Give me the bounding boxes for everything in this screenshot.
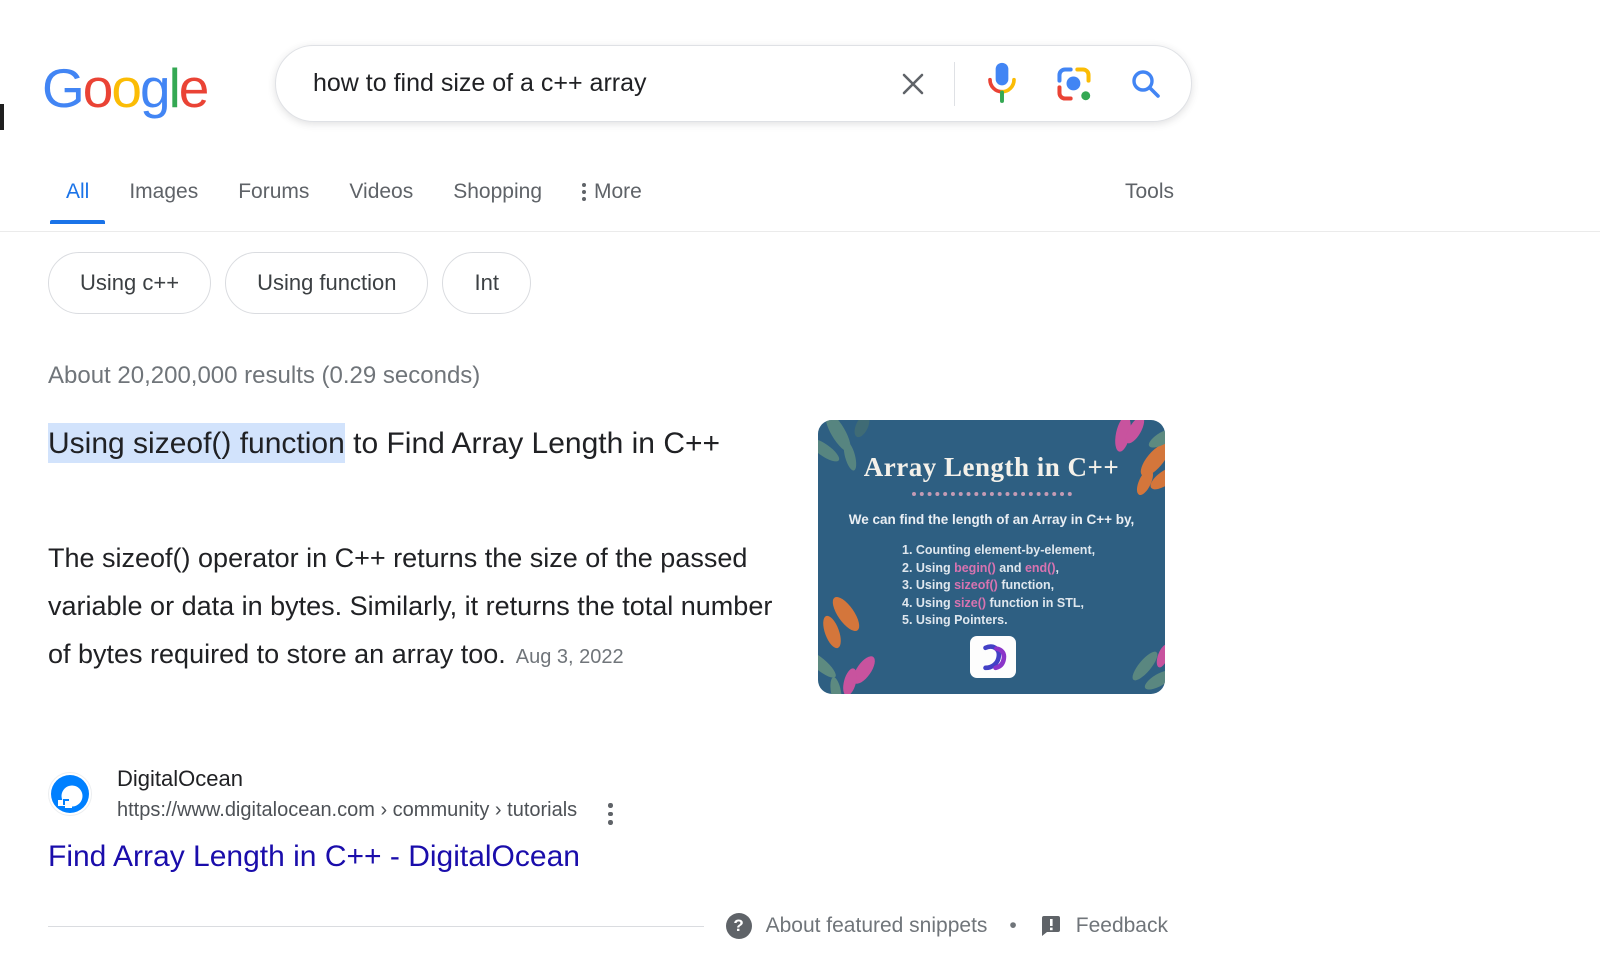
journaldev-logo-icon <box>970 636 1016 678</box>
source-site-name[interactable]: DigitalOcean <box>117 766 243 792</box>
about-featured-snippets-link[interactable]: About featured snippets <box>766 914 988 938</box>
refinement-chips: Using c++ Using function Int <box>48 252 531 314</box>
search-submit-icon[interactable] <box>1129 67 1163 101</box>
clear-search-icon[interactable] <box>898 69 928 99</box>
chip-using-function[interactable]: Using function <box>225 252 428 314</box>
tab-more[interactable]: More <box>566 180 658 224</box>
snippet-date: Aug 3, 2022 <box>516 646 624 668</box>
digitalocean-favicon[interactable] <box>48 772 92 816</box>
window-edge-artifact <box>0 104 4 130</box>
tab-shopping[interactable]: Shopping <box>437 180 558 224</box>
result-title-link[interactable]: Find Array Length in C++ - DigitalOcean <box>48 840 580 874</box>
thumbnail-title: Array Length in C++ <box>818 452 1165 483</box>
more-dots-icon <box>582 183 586 201</box>
google-logo[interactable]: Google <box>42 56 207 120</box>
tools-button[interactable]: Tools <box>1125 180 1174 204</box>
source-breadcrumb[interactable]: https://www.digitalocean.com › community… <box>117 799 577 822</box>
thumbnail-list-item: 3. Using sizeof() function, <box>902 577 1095 595</box>
chip-using-cpp[interactable]: Using c++ <box>48 252 211 314</box>
feedback-icon[interactable] <box>1039 914 1063 938</box>
logo-letter: e <box>179 57 208 119</box>
thumbnail-dotted-divider <box>912 492 1072 496</box>
logo-letter: l <box>169 57 179 119</box>
snippet-text: The sizeof() operator in C++ returns the… <box>48 543 772 669</box>
search-divider <box>954 62 955 106</box>
tab-images[interactable]: Images <box>113 180 214 224</box>
voice-search-icon[interactable] <box>985 60 1019 108</box>
featured-snippet-body: The sizeof() operator in C++ returns the… <box>48 534 782 681</box>
search-input[interactable]: how to find size of a c++ array <box>313 69 888 98</box>
thumbnail-list-item: 4. Using size() function in STL, <box>902 595 1095 613</box>
tab-label: More <box>594 180 642 204</box>
tab-label: Forums <box>238 180 309 203</box>
tab-label: Videos <box>349 180 413 203</box>
footer-separator: • <box>1009 914 1016 938</box>
result-options-icon[interactable] <box>606 801 615 827</box>
tab-label: Images <box>129 180 198 203</box>
tab-forums[interactable]: Forums <box>222 180 325 224</box>
feedback-link[interactable]: Feedback <box>1076 914 1168 938</box>
chip-int[interactable]: Int <box>442 252 530 314</box>
snippet-divider <box>48 926 704 927</box>
thumbnail-decoration-bottom-right <box>1085 616 1165 694</box>
results-nav: All Images Forums Videos Shopping More T… <box>0 168 1600 232</box>
logo-letter: G <box>42 57 83 119</box>
logo-letter: o <box>83 57 112 119</box>
logo-letter: g <box>140 57 169 119</box>
help-question-icon[interactable]: ? <box>726 913 752 939</box>
thumbnail-list-item: 2. Using begin() and end(), <box>902 560 1095 578</box>
thumbnail-list-item: 5. Using Pointers. <box>902 612 1095 630</box>
thumbnail-subtitle: We can find the length of an Array in C+… <box>818 512 1165 527</box>
featured-snippet-footer: ? About featured snippets • Feedback <box>48 908 1168 944</box>
google-lens-icon[interactable] <box>1055 65 1093 103</box>
search-bar[interactable]: how to find size of a c++ array <box>275 45 1192 122</box>
snippet-heading-rest: to Find Array Length in C++ <box>345 427 720 460</box>
tab-all[interactable]: All <box>50 180 105 224</box>
tab-label: Shopping <box>453 180 542 203</box>
tab-videos[interactable]: Videos <box>333 180 429 224</box>
tab-label: All <box>66 180 89 203</box>
snippet-highlighted-text: Using sizeof() function <box>48 423 345 463</box>
featured-snippet-thumbnail[interactable]: Array Length in C++ We can find the leng… <box>818 420 1165 694</box>
featured-snippet-heading: Using sizeof() function to Find Array Le… <box>48 420 792 467</box>
thumbnail-list: 1. Counting element-by-element, 2. Using… <box>902 542 1095 630</box>
thumbnail-list-item: 1. Counting element-by-element, <box>902 542 1095 560</box>
logo-letter: o <box>111 57 140 119</box>
result-stats: About 20,200,000 results (0.29 seconds) <box>48 362 480 390</box>
